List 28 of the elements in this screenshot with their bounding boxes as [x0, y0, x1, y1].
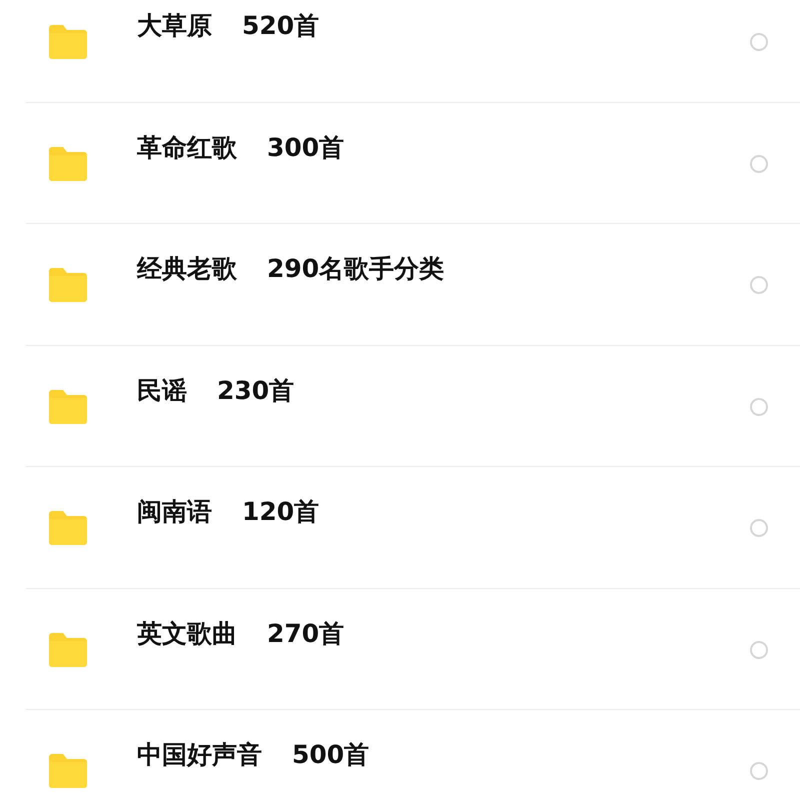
song-count: 520首: [242, 11, 320, 41]
folder-name: 民谣: [137, 376, 187, 406]
song-count: 500首: [292, 740, 370, 770]
select-radio[interactable]: [750, 519, 768, 537]
folder-icon: [47, 146, 89, 182]
select-radio[interactable]: [750, 762, 768, 780]
folder-icon: [47, 753, 89, 789]
folder-name: 革命红歌: [137, 132, 237, 162]
song-count: 270首: [267, 618, 344, 648]
folder-icon: [47, 510, 89, 546]
folder-name: 大草原: [137, 11, 212, 41]
song-count: 230首: [217, 376, 294, 406]
folder-icon: [47, 388, 89, 424]
select-radio[interactable]: [750, 276, 768, 294]
select-radio[interactable]: [750, 640, 768, 658]
folder-icon: [47, 632, 89, 668]
select-radio[interactable]: [750, 398, 768, 416]
select-radio[interactable]: [750, 154, 768, 172]
folder-icon: [47, 267, 89, 303]
song-count: 300首: [267, 132, 344, 162]
song-count: 120首: [242, 497, 320, 527]
folder-name: 英文歌曲: [137, 618, 237, 648]
select-radio[interactable]: [750, 33, 768, 51]
folder-name: 中国好声音: [137, 740, 262, 770]
folder-icon: [47, 24, 89, 60]
song-count: 290名歌手分类: [267, 254, 444, 284]
folder-name: 经典老歌: [137, 254, 237, 284]
folder-name: 闽南语: [137, 497, 212, 527]
